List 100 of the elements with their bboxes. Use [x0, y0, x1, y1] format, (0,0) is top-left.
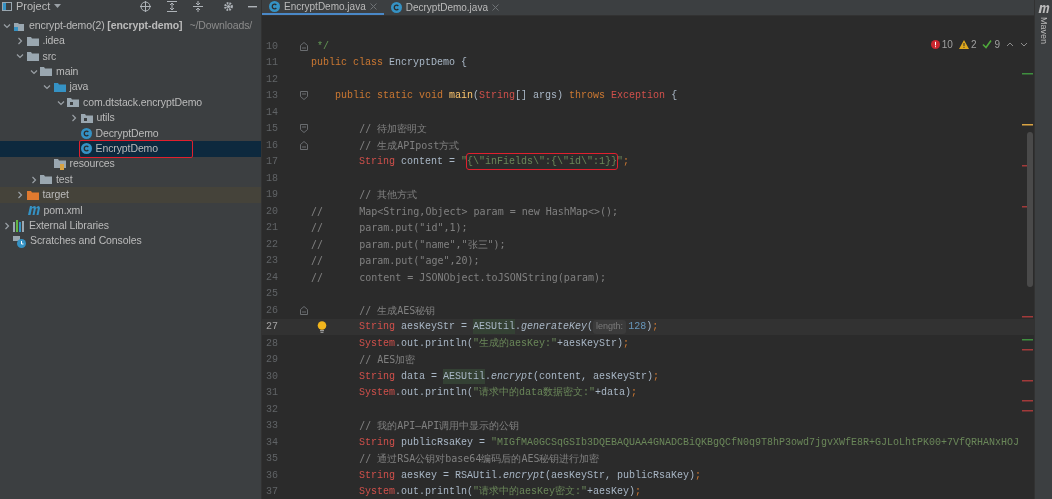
line-number: 22	[265, 237, 279, 252]
chevron-right-icon[interactable]	[2, 221, 11, 230]
class-icon	[80, 143, 92, 155]
tree-item[interactable]: target	[0, 187, 261, 203]
line-number: 11	[265, 56, 279, 71]
tool-window-tab[interactable]: Maven	[1036, 17, 1051, 44]
code-line: String content = "{\"inFields\":{\"id\":1}}";	[311, 154, 630, 170]
expand-all-icon[interactable]	[167, 1, 177, 12]
annotation-box: {\"inFields\":{\"id\":1}}	[467, 154, 618, 170]
line-number: 33	[265, 419, 279, 434]
code-line: // 通过RSA公钥对base64编码后的AES秘钥进行加密	[358, 452, 600, 467]
line-number: 15	[265, 122, 279, 137]
code-line: // content = JSONObject.toJSONString(param);	[311, 270, 606, 285]
tree-item[interactable]: External Libraries	[0, 218, 261, 234]
fold-icon[interactable]	[300, 91, 308, 101]
code-line: */	[316, 39, 329, 54]
chevron-right-icon[interactable]	[29, 175, 38, 184]
line-number: 26	[265, 303, 279, 318]
folder-icon	[26, 189, 39, 201]
chevron-down-icon[interactable]	[29, 67, 38, 76]
folder-icon	[40, 66, 52, 78]
annotation-box: EncryptDemo	[78, 139, 193, 158]
editor-tab[interactable]: DecryptDemo.java	[383, 0, 506, 15]
line-number: 14	[265, 105, 279, 120]
code-line: System.out.println("请求中的data数据密文:"+data);	[358, 385, 638, 401]
code-line: // 生成AES秘钥	[358, 303, 436, 318]
chevron-down-icon[interactable]	[16, 52, 24, 61]
line-number: 16	[265, 138, 279, 153]
tree-item[interactable]: java	[0, 79, 261, 95]
close-icon[interactable]	[491, 4, 499, 11]
code-line: public static void main(String[] args) throws Exception {	[334, 89, 678, 104]
tree-item[interactable]: .idea	[0, 33, 261, 49]
line-number: 10	[265, 39, 279, 54]
line-number: 30	[265, 369, 279, 384]
line-number: 34	[265, 435, 279, 450]
line-number: 12	[265, 72, 279, 87]
collapse-all-icon[interactable]	[193, 1, 203, 12]
scratches-icon	[13, 234, 26, 248]
warning-count: 2	[970, 38, 977, 52]
tree-item[interactable]: DecryptDemo	[0, 125, 261, 142]
lightbulb-icon[interactable]	[317, 320, 327, 333]
chevron-right-icon[interactable]	[16, 191, 24, 199]
tree-item[interactable]: utils	[0, 110, 261, 126]
code-line: System.out.println("请求中的aesKey密文:"+aesKey);	[358, 484, 642, 499]
line-number: 25	[265, 287, 279, 302]
line-number: 28	[265, 336, 279, 351]
weak-warning-count: 9	[994, 38, 1000, 52]
code-line: // 生成APIpost方式	[358, 138, 460, 153]
chevron-down-icon[interactable]	[2, 21, 11, 30]
minimize-icon[interactable]	[248, 5, 257, 8]
chevron-right-icon[interactable]	[70, 114, 78, 123]
code-line: String aesKey = RSAUtil.encrypt(aesKeyStr, publicRsaKey);	[358, 468, 702, 483]
code-line: String publicRsaKey = "MIGfMA0GCSqGSIb3DQEBAQUAA4GNADCBiQKBgQCfN0q9T8hP3owd7jgvXWfE8R+GJLoLhtPK00+7VfQRHANxHOJ	[358, 435, 1020, 450]
folder-icon	[53, 81, 66, 93]
chevron-down-icon[interactable]	[56, 98, 65, 107]
tree-item[interactable]: encrypt-demo(2) [encrypt-demo] ~/Downloads/	[0, 18, 261, 34]
editor-tab[interactable]: EncryptDemo.java	[262, 0, 384, 15]
warning-icon[interactable]	[958, 40, 969, 49]
tree-item[interactable]: pom.xml	[0, 202, 261, 219]
line-number: 29	[265, 353, 279, 368]
code-line: String data = AESUtil.encrypt(content, aesKeyStr);	[358, 368, 660, 384]
close-icon[interactable]	[369, 3, 377, 10]
line-number: 27	[265, 320, 279, 335]
tree-item[interactable]: test	[0, 171, 261, 188]
code-line: // param.put("id",1);	[311, 221, 468, 236]
tree-item[interactable]: EncryptDemo	[0, 141, 261, 157]
fold-icon[interactable]	[300, 124, 308, 134]
code-line: // 待加密明文	[358, 122, 428, 137]
code-line: // AES加密	[358, 353, 416, 368]
error-icon[interactable]	[930, 40, 940, 49]
tree-item[interactable]: main	[0, 64, 261, 80]
code-line: // param.put("age",20);	[311, 254, 480, 269]
maven-icon[interactable]	[1037, 4, 1050, 13]
settings-icon[interactable]	[223, 1, 234, 12]
libraries-icon	[13, 219, 25, 232]
project-path: ~/Downloads/	[189, 17, 253, 33]
class-icon	[80, 127, 92, 139]
chevron-down-icon[interactable]	[1020, 42, 1028, 47]
tree-item[interactable]: resources	[0, 156, 261, 172]
locate-icon[interactable]	[140, 1, 151, 12]
caret-icon[interactable]	[54, 4, 62, 9]
fold-icon[interactable]	[300, 305, 308, 315]
line-number: 37	[265, 485, 279, 499]
check-icon[interactable]	[982, 40, 993, 49]
fold-icon[interactable]	[300, 41, 308, 51]
fold-icon[interactable]	[300, 140, 308, 150]
tree-item[interactable]: com.dtstack.encryptDemo	[0, 94, 261, 111]
folder-icon	[26, 35, 39, 47]
line-number: 20	[265, 204, 279, 219]
line-number: 24	[265, 270, 279, 285]
chevron-down-icon[interactable]	[43, 83, 51, 92]
tree-item[interactable]: src	[0, 48, 261, 65]
package-icon	[67, 97, 79, 109]
chevron-right-icon[interactable]	[16, 37, 24, 46]
chevron-up-icon[interactable]	[1006, 42, 1014, 47]
tree-item[interactable]: Scratches and Consoles	[0, 233, 261, 249]
package-icon	[80, 112, 93, 124]
panel-title: Project	[16, 0, 51, 15]
code-line: // Map<String,Object> param = new HashMap<>();	[311, 204, 619, 219]
line-number: 35	[265, 452, 279, 467]
